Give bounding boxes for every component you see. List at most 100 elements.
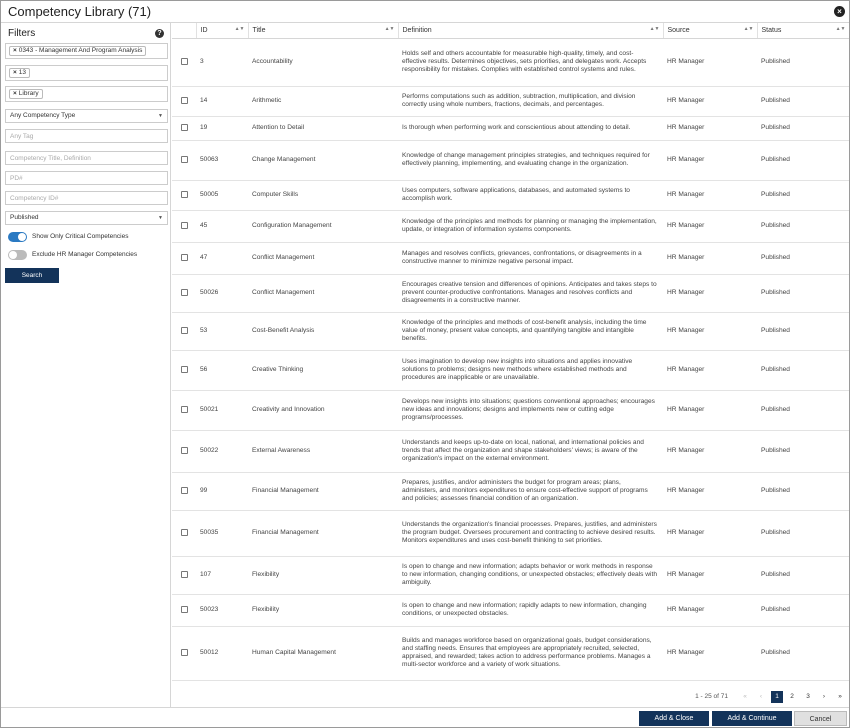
add-close-button[interactable]: Add & Close [639, 711, 709, 726]
status-select[interactable]: Published ▼ [5, 211, 168, 225]
row-definition-cell: Knowledge of change management principle… [398, 140, 663, 181]
row-id: 50005 [200, 191, 219, 198]
search-button[interactable]: Search [5, 268, 59, 283]
row-checkbox[interactable] [180, 288, 188, 296]
competency-id-input[interactable] [5, 191, 168, 205]
column-header-source[interactable]: Source ▲▼ [663, 23, 758, 39]
row-checkbox-cell [172, 242, 196, 275]
row-title: Accountability [252, 58, 293, 65]
row-status-cell: Published [757, 350, 849, 391]
competency-type-select[interactable]: Any Competency Type ▼ [5, 109, 168, 123]
row-title: Human Capital Management [252, 649, 336, 656]
row-checkbox[interactable] [180, 486, 188, 494]
competency-table: ID ▲▼ Title ▲▼ Definition ▲▼ Source ▲▼ Statu… [172, 23, 849, 681]
page-3-button[interactable]: 3 [802, 691, 814, 703]
row-checkbox[interactable] [180, 221, 188, 229]
row-id-cell: 50035 [196, 510, 248, 557]
prev-page-button[interactable]: ‹ [755, 691, 767, 703]
row-definition-cell: Prepares, justifies, and/or administers … [398, 472, 663, 511]
row-status: Published [761, 124, 790, 131]
remove-chip-icon[interactable]: × [13, 47, 17, 54]
row-definition: Builds and manages workforce based on or… [402, 637, 652, 668]
row-status: Published [761, 327, 790, 334]
row-checkbox[interactable] [180, 528, 188, 536]
row-definition: Knowledge of change management principle… [402, 152, 650, 167]
column-label: Definition [402, 26, 432, 34]
next-page-button[interactable]: › [818, 691, 830, 703]
row-title: Creative Thinking [252, 366, 304, 373]
cancel-button[interactable]: Cancel [794, 711, 847, 726]
table-row[interactable]: 50023 Flexibility Is open to change and ne… [172, 594, 849, 627]
row-checkbox-cell [172, 626, 196, 681]
row-checkbox[interactable] [180, 648, 188, 656]
table-row[interactable]: 47 Conflict Management Manages and resolve… [172, 242, 849, 275]
column-header-id[interactable]: ID ▲▼ [196, 23, 249, 39]
table-row[interactable]: 50012 Human Capital Management Builds and … [172, 626, 849, 681]
help-icon[interactable]: ? [155, 29, 164, 38]
row-id-cell: 19 [196, 116, 248, 141]
table-row[interactable]: 50005 Computer Skills Uses computers, soft… [172, 180, 849, 211]
row-checkbox[interactable] [180, 190, 188, 198]
table-row[interactable]: 3 Accountability Holds self and others acc… [172, 38, 849, 87]
row-checkbox[interactable] [180, 365, 188, 373]
last-page-button[interactable]: » [834, 691, 846, 703]
column-header-title[interactable]: Title ▲▼ [248, 23, 399, 39]
table-row[interactable]: 50022 External Awareness Understands and k… [172, 430, 849, 473]
table-row[interactable]: 14 Arithmetic Performs computations such a… [172, 86, 849, 117]
occupational-series-filter[interactable]: × 0343 - Management And Program Analysis [5, 43, 168, 59]
row-checkbox[interactable] [180, 605, 188, 613]
first-page-button[interactable]: « [739, 691, 751, 703]
page-2-button[interactable]: 2 [786, 691, 798, 703]
table-row[interactable]: 50026 Conflict Management Encourages creat… [172, 274, 849, 313]
grade-filter[interactable]: × 13 [5, 65, 168, 81]
table-row[interactable]: 50021 Creativity and Innovation Develops n… [172, 390, 849, 431]
pd-number-input[interactable] [5, 171, 168, 185]
row-checkbox[interactable] [180, 155, 188, 163]
row-definition: Is open to change and new information; a… [402, 563, 657, 586]
row-checkbox[interactable] [180, 405, 188, 413]
table-row[interactable]: 53 Cost-Benefit Analysis Knowledge of the … [172, 312, 849, 351]
remove-chip-icon[interactable]: × [13, 69, 17, 76]
row-id-cell: 53 [196, 312, 248, 351]
table-row[interactable]: 56 Creative Thinking Uses imagination to d… [172, 350, 849, 391]
page-1-button[interactable]: 1 [771, 691, 783, 703]
table-row[interactable]: 99 Financial Management Prepares, justifie… [172, 472, 849, 511]
row-title: External Awareness [252, 447, 311, 454]
source-filter[interactable]: × Library [5, 86, 168, 102]
row-checkbox[interactable] [180, 253, 188, 261]
row-checkbox-cell [172, 510, 196, 557]
table-row[interactable]: 45 Configuration Management Knowledge of t… [172, 210, 849, 243]
row-checkbox[interactable] [180, 123, 188, 131]
row-status-cell: Published [757, 312, 849, 351]
remove-chip-icon[interactable]: × [13, 90, 17, 97]
row-source-cell: HR Manager [663, 472, 757, 511]
table-row[interactable]: 19 Attention to Detail Is thorough when pe… [172, 116, 849, 141]
row-title: Conflict Management [252, 289, 315, 296]
column-header-definition[interactable]: Definition ▲▼ [398, 23, 664, 39]
add-continue-button[interactable]: Add & Continue [712, 711, 792, 726]
table-row[interactable]: 107 Flexibility Is open to change and new … [172, 556, 849, 595]
title-definition-input[interactable] [5, 151, 168, 165]
row-title: Financial Management [252, 529, 319, 536]
row-checkbox[interactable] [180, 326, 188, 334]
tag-input[interactable] [5, 129, 168, 143]
row-checkbox-cell [172, 210, 196, 243]
row-id: 14 [200, 97, 208, 104]
exclude-hr-toggle[interactable] [8, 250, 27, 260]
row-checkbox[interactable] [180, 57, 188, 65]
row-checkbox[interactable] [180, 570, 188, 578]
row-id: 56 [200, 366, 208, 373]
row-checkbox-cell [172, 116, 196, 141]
row-source: HR Manager [667, 487, 705, 494]
row-title-cell: Cost-Benefit Analysis [248, 312, 398, 351]
row-status-cell: Published [757, 38, 849, 87]
row-checkbox[interactable] [180, 96, 188, 104]
critical-only-toggle[interactable] [8, 232, 27, 242]
filter-chip: × Library [9, 89, 43, 99]
row-definition: Prepares, justifies, and/or administers … [402, 479, 648, 502]
close-icon[interactable]: × [834, 6, 845, 17]
column-header-status[interactable]: Status ▲▼ [757, 23, 849, 39]
table-row[interactable]: 50063 Change Management Knowledge of chang… [172, 140, 849, 181]
table-row[interactable]: 50035 Financial Management Understands the… [172, 510, 849, 557]
row-checkbox[interactable] [180, 446, 188, 454]
